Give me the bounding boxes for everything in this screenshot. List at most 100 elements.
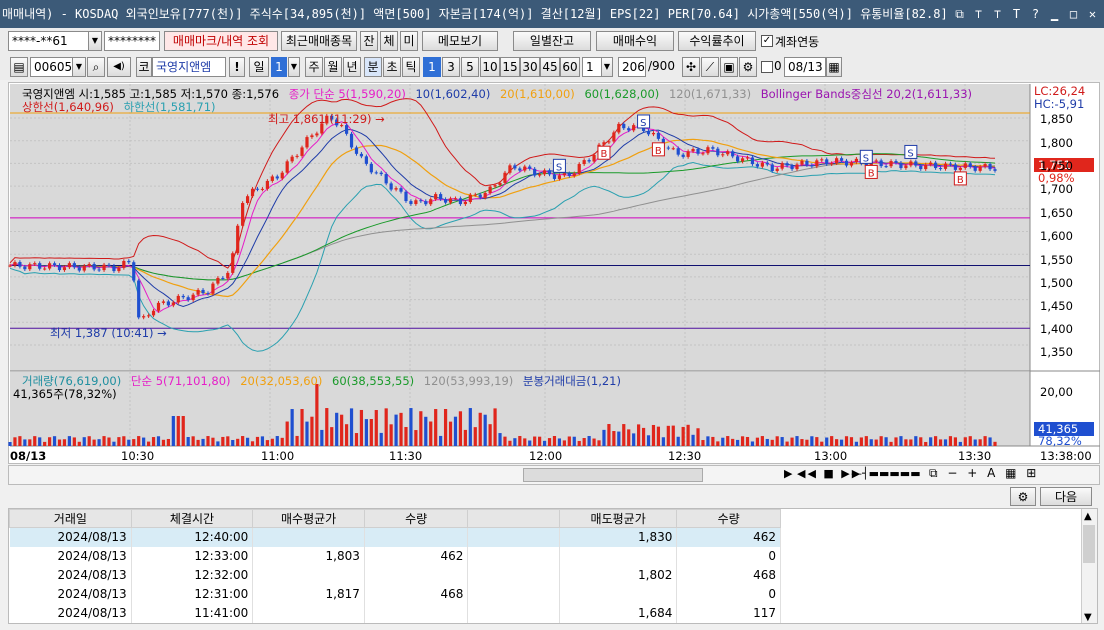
candle-body [839,158,844,161]
volume-bar [716,441,720,446]
next-button[interactable]: 다음 [1040,487,1092,506]
volume-bar [379,432,383,446]
trade-marker-label: S [556,162,562,173]
table-row[interactable]: 2024/08/13 12:40:00 1,830 462 [9,527,781,547]
volume-bar [523,438,527,446]
volume-bar [394,414,398,446]
volume-bar [528,440,532,446]
low-annotation: 최저 1,387 (10:41) → [50,326,167,340]
candle-body [463,202,467,205]
volume-bar [795,436,799,446]
candle-body [137,280,141,318]
candle-body [745,157,750,159]
volume-bar [854,441,859,446]
candle-body [245,196,250,203]
hc-label: HC:-5,91 [1034,97,1085,111]
zoom-slider-icon[interactable]: —┤▬▬▬▬▬ [851,467,921,480]
volume-bar [518,436,522,446]
scroll-up-icon[interactable]: ▲ [1084,511,1092,522]
volume-bar [686,424,690,446]
time-axis-end: 13:38:00 [1040,449,1092,463]
candle-body [795,164,799,170]
grid-settings-icon[interactable]: ⚙ [1010,487,1036,506]
chart-tools-icon[interactable]: ⧉ − + A ▦ ⊞ [929,466,1039,481]
volume-bar [557,438,562,446]
scroll-down-icon[interactable]: ▼ [1084,612,1092,623]
volume-bar [770,439,774,446]
volume-axis-label: 20,00 [1040,385,1073,399]
candle-body [924,164,928,170]
volume-bar [250,441,255,446]
candle-body [38,263,42,269]
table-cell: 0 [676,546,781,566]
time-tick: 12:00 [529,449,563,463]
volume-bar [325,408,329,446]
table-cell: 468 [676,565,781,585]
candle-body [958,167,962,170]
candle-body [849,162,854,166]
candle-body [988,164,992,170]
volume-bar [221,436,225,446]
scroll-right-icon[interactable]: ▶ [784,467,792,480]
candle-body [399,188,403,192]
volume-bar [785,441,789,446]
table-row[interactable]: 2024/08/13 12:32:00 1,802 468 [9,565,781,585]
candle-body [651,132,656,135]
volume-bar [825,437,829,446]
scroll-thumb[interactable] [523,468,703,482]
candle-body [142,316,146,318]
time-tick: 13:00 [814,449,848,463]
vol-ma120-legend: 120(53,993,19) [423,374,514,388]
candle-body [577,164,581,174]
candle-body [706,147,710,154]
volume-bar [676,436,680,446]
volume-bar [938,439,943,446]
table-header-cell: 거래일 [9,509,132,528]
table-cell: 12:40:00 [131,527,254,547]
volume-bar [671,425,675,446]
candle-body [305,137,309,148]
trade-table: 거래일 체결시간 매수평균가 수량 매도평균가 수량 2024/08/13 12:40:00… [8,508,1098,624]
candle-body [270,176,274,181]
table-scroll-thumb[interactable] [1083,525,1095,563]
volume-bar [399,412,403,446]
volume-bar [166,438,170,446]
chart-scrollbar[interactable]: ▶ ◀◀ ■ ▶▶ —┤▬▬▬▬▬ ⧉ − + A ▦ ⊞ [8,465,1100,485]
table-cell [467,584,560,604]
table-row[interactable]: 2024/08/13 11:41:00 1,684 117 [9,603,781,623]
volume-bar [948,436,953,446]
volume-bar [409,408,413,446]
candle-body [443,199,448,203]
candle-body [542,170,547,175]
price-axis-label: 1,800 [1040,136,1073,150]
candle-body [934,162,938,169]
volume-bar [706,436,710,446]
vol-ma60-legend: 60(38,553,55) [332,374,415,388]
table-scrollbar[interactable]: ▲ ▼ [1081,509,1097,623]
volume-bar [602,429,606,446]
candle-body [518,168,522,171]
candle-body [473,194,477,196]
candle-body [602,142,606,145]
candle-body [503,172,507,183]
volume-bar [448,421,453,446]
table-row[interactable]: 2024/08/13 12:33:00 1,803 462 0 [9,546,781,566]
candle-body [800,160,804,165]
volume-bar [607,424,611,446]
price-axis-label: 1,350 [1040,345,1073,359]
candle-body [458,198,463,205]
candle-body [740,158,745,162]
volume-bar [740,436,745,446]
volume-bar [815,437,819,446]
candle-body [523,166,527,171]
vol-ma20-legend: 20(32,053,60) [240,374,323,388]
current-volume-pct: 78,32% [1038,434,1082,448]
table-header-cell: 매수평균가 [252,509,365,528]
candle-body [830,163,834,165]
volume-bar [216,441,220,446]
table-row[interactable]: 2024/08/13 12:31:00 1,817 468 0 [9,584,781,604]
candle-body [810,165,814,167]
candle-body [439,194,443,200]
volume-bar [290,409,294,446]
volume-bar [567,436,571,446]
